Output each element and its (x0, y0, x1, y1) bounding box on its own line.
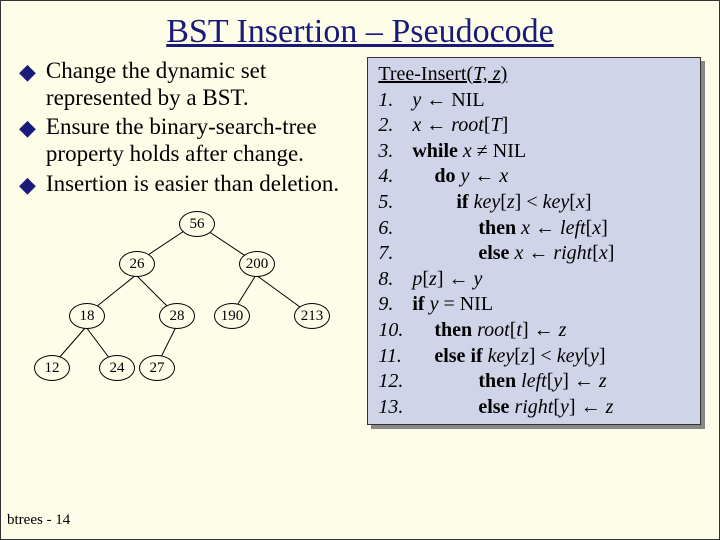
code-line: 8.p[z] ← y (378, 267, 690, 293)
code-lines: 1.y ← NIL2.x ← root[T]3.while x ≠ NIL4.d… (378, 88, 690, 421)
code-line: 9.if y = NIL (378, 292, 690, 318)
bullet-item: ◆ Change the dynamic set represented by … (19, 57, 359, 111)
code-line: 10.then root[t] ← z (378, 318, 690, 344)
bullet-item: ◆ Ensure the binary-search-tree property… (19, 113, 359, 167)
code-header: Tree-Insert(T, z) (378, 62, 690, 88)
code-line: 3.while x ≠ NIL (378, 139, 690, 165)
bullet-text: Change the dynamic set represented by a … (46, 57, 359, 111)
left-column: ◆ Change the dynamic set represented by … (19, 57, 367, 431)
code-line: 2.x ← root[T] (378, 113, 690, 139)
code-line: 7.else x ← right[x] (378, 241, 690, 267)
code-line: 6.then x ← left[x] (378, 216, 690, 242)
slide-footer: btrees - 14 (7, 512, 70, 529)
right-column: Tree-Insert(T, z) 1.y ← NIL2.x ← root[T]… (367, 57, 701, 431)
bullet-item: ◆ Insertion is easier than deletion. (19, 170, 359, 198)
code-line: 4.do y ← x (378, 164, 690, 190)
page-title: BST Insertion – Pseudocode (1, 13, 719, 51)
bullet-text: Insertion is easier than deletion. (46, 170, 339, 197)
content-row: ◆ Change the dynamic set represented by … (1, 51, 719, 431)
code-line: 12.then left[y] ← z (378, 369, 690, 395)
bullet-icon: ◆ (19, 115, 36, 141)
bullet-text: Ensure the binary-search-tree property h… (46, 113, 359, 167)
code-line: 1.y ← NIL (378, 88, 690, 114)
code-line: 5.if key[z] < key[x] (378, 190, 690, 216)
bullet-icon: ◆ (19, 172, 36, 198)
pseudocode-box: Tree-Insert(T, z) 1.y ← NIL2.x ← root[T]… (367, 57, 701, 425)
bullet-icon: ◆ (19, 59, 36, 85)
code-line: 11.else if key[z] < key[y] (378, 344, 690, 370)
code-line: 13.else right[y] ← z (378, 395, 690, 421)
bst-tree-diagram: 56 26 200 18 28 190 213 12 24 27 (19, 201, 359, 431)
